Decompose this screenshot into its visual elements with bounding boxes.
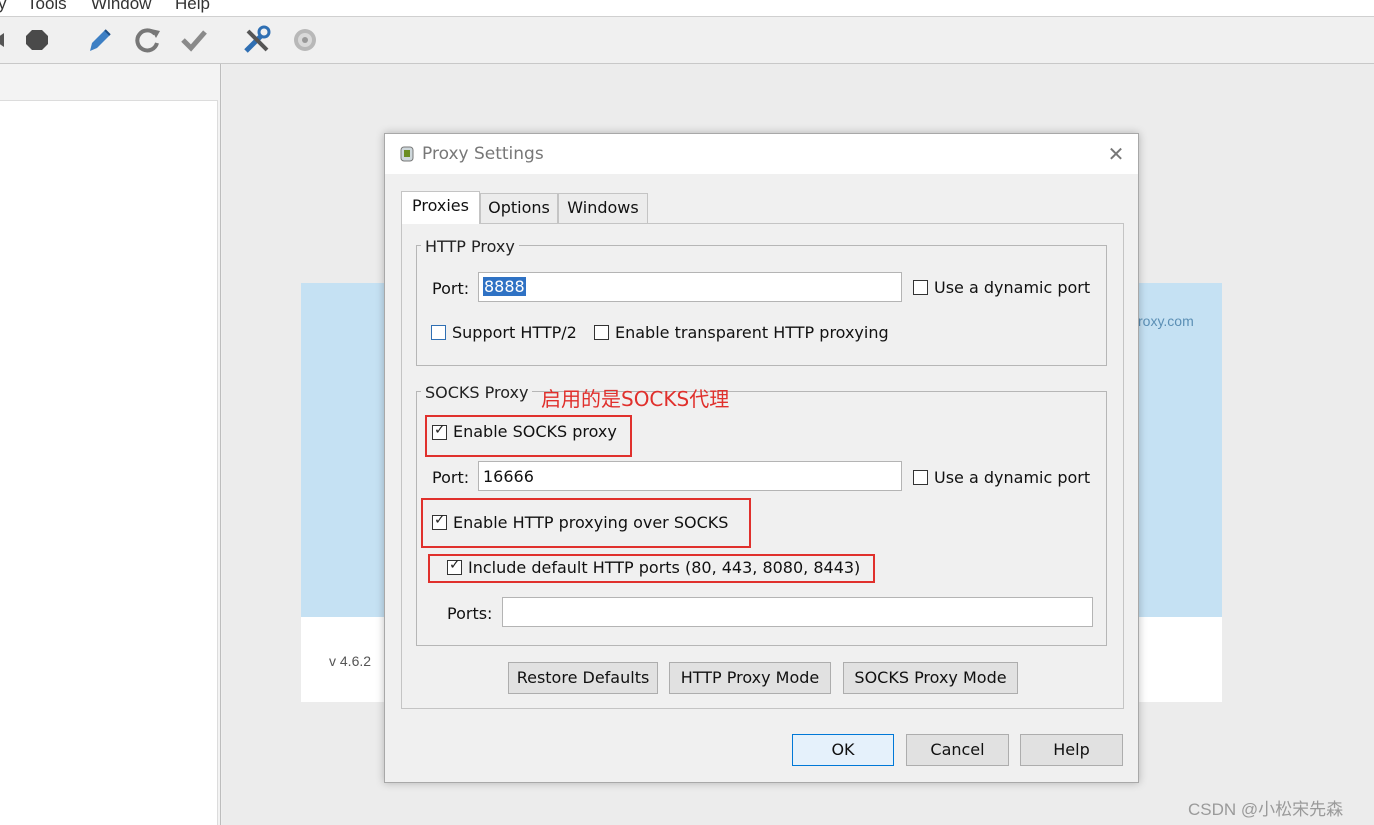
tab-windows[interactable]: Windows — [558, 193, 648, 223]
cancel-button[interactable]: Cancel — [906, 734, 1009, 766]
http-port-label: Port: — [432, 279, 470, 298]
highlight-box — [428, 554, 875, 583]
socks-dynamic-port-label: Use a dynamic port — [934, 468, 1091, 487]
stop-icon[interactable] — [20, 23, 54, 57]
arrow-icon[interactable] — [0, 23, 20, 57]
menu-rules[interactable]: y — [0, 0, 7, 14]
socks-proxy-mode-button[interactable]: SOCKS Proxy Mode — [843, 662, 1018, 694]
ok-button[interactable]: OK — [792, 734, 894, 766]
restore-defaults-button[interactable]: Restore Defaults — [508, 662, 658, 694]
check-icon[interactable] — [177, 23, 211, 57]
ports-input[interactable] — [502, 597, 1093, 627]
watermark: CSDN @小松宋先森 — [1188, 800, 1344, 819]
menu-tools[interactable]: Tools — [27, 0, 67, 14]
highlight-box — [425, 415, 632, 457]
toolbar — [0, 17, 1374, 64]
sessions-pane — [0, 64, 221, 825]
tools-icon[interactable] — [240, 23, 274, 57]
ports-label: Ports: — [447, 604, 493, 623]
transparent-proxying-label: Enable transparent HTTP proxying — [615, 323, 889, 342]
socks-dynamic-port-checkbox[interactable] — [913, 470, 928, 485]
tab-proxies[interactable]: Proxies — [401, 191, 480, 224]
http-proxy-mode-button[interactable]: HTTP Proxy Mode — [669, 662, 831, 694]
refresh-icon[interactable] — [130, 23, 164, 57]
menu-bar: y Tools Window Help — [0, 0, 1374, 17]
dialog-titlebar: Proxy Settings ✕ — [385, 134, 1138, 174]
http-dynamic-port-label: Use a dynamic port — [934, 278, 1091, 297]
http-dynamic-port-checkbox[interactable] — [913, 280, 928, 295]
help-button[interactable]: Help — [1020, 734, 1123, 766]
support-http2-checkbox[interactable] — [431, 325, 446, 340]
menu-help[interactable]: Help — [175, 0, 210, 14]
http-port-value: 8888 — [483, 277, 526, 296]
settings-icon[interactable] — [288, 23, 322, 57]
dialog-title: Proxy Settings — [422, 144, 544, 164]
splash-url: roxy.com — [1138, 313, 1194, 329]
proxy-settings-dialog: Proxy Settings ✕ Proxies Options Windows… — [384, 133, 1139, 783]
menu-window[interactable]: Window — [91, 0, 151, 14]
edit-icon[interactable] — [82, 23, 116, 57]
version-label: v 4.6.2 — [329, 653, 372, 669]
http-proxy-group — [416, 245, 1107, 366]
tab-options[interactable]: Options — [480, 193, 558, 223]
http-proxy-group-title: HTTP Proxy — [421, 237, 519, 256]
sessions-list[interactable] — [0, 100, 218, 825]
close-icon[interactable]: ✕ — [1103, 141, 1129, 167]
transparent-proxying-checkbox[interactable] — [594, 325, 609, 340]
annotation-text: 启用的是SOCKS代理 — [541, 387, 730, 411]
highlight-box — [421, 498, 751, 548]
socks-port-label: Port: — [432, 468, 470, 487]
support-http2-label: Support HTTP/2 — [452, 323, 577, 342]
http-port-input[interactable]: 8888 — [478, 272, 902, 302]
socks-proxy-group-title: SOCKS Proxy — [421, 383, 533, 402]
app-icon — [400, 146, 414, 162]
socks-port-input[interactable] — [478, 461, 902, 491]
